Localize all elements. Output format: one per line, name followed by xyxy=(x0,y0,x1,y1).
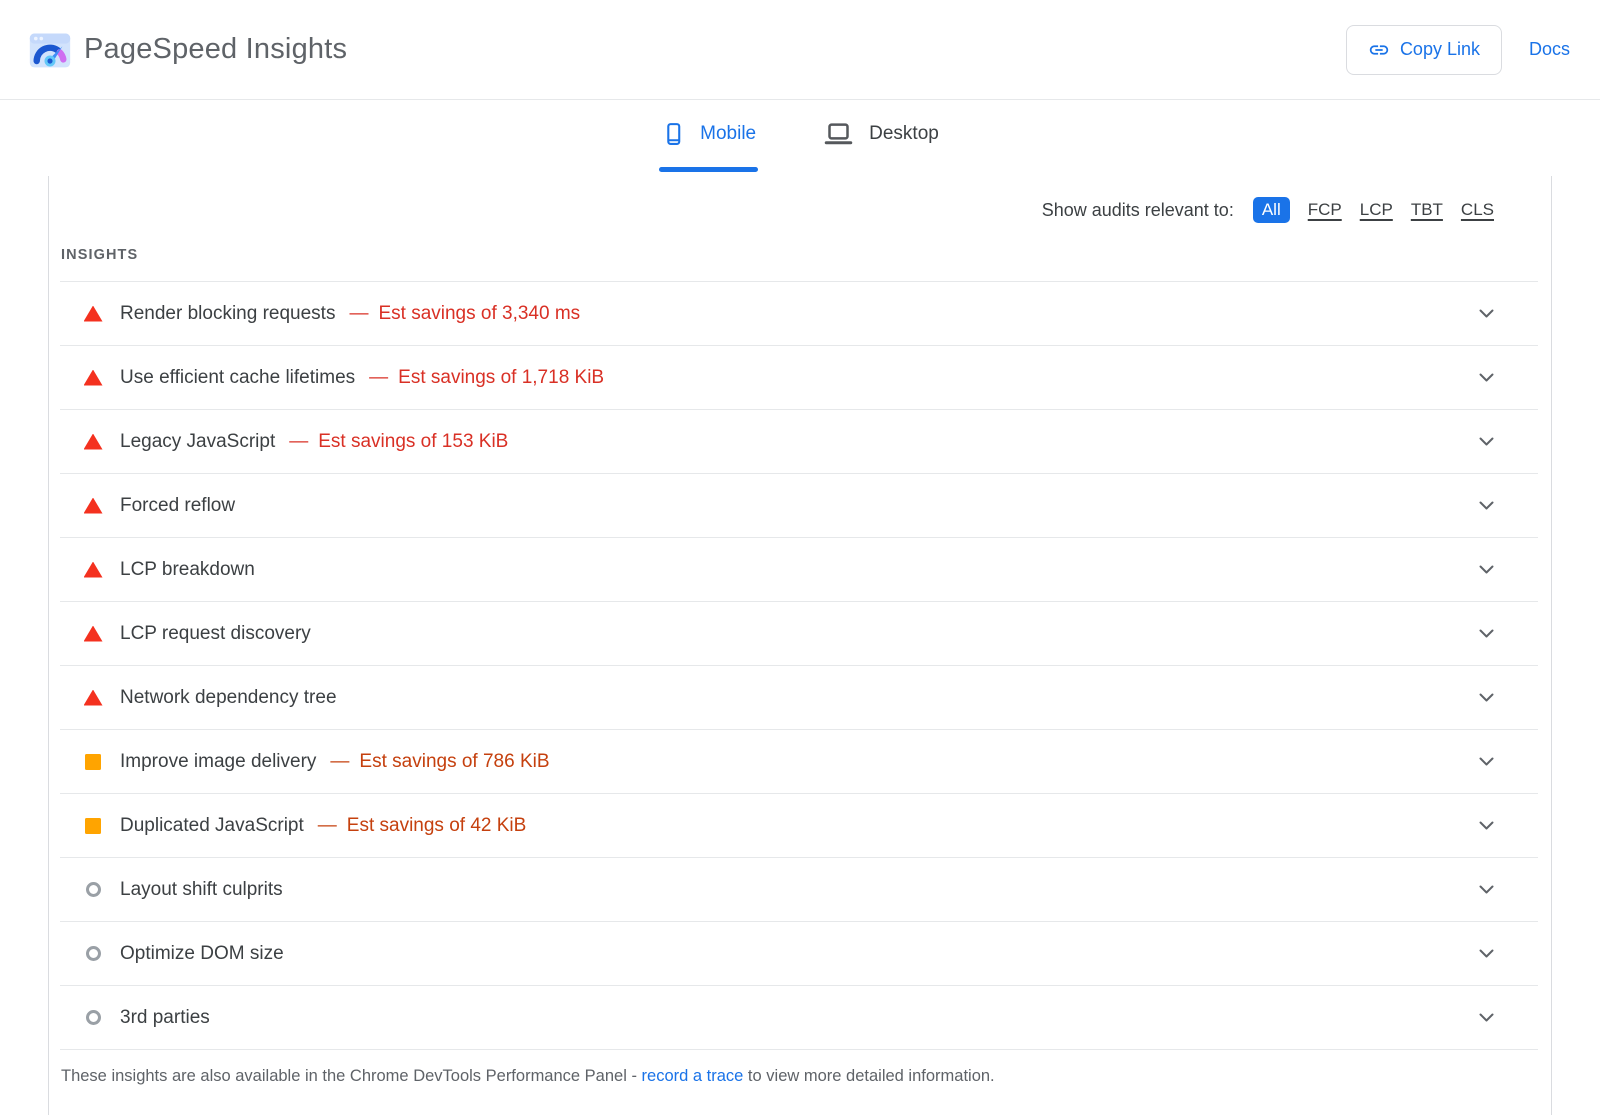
insight-title: LCP request discovery xyxy=(120,623,311,645)
savings-text: Est savings of 786 KiB xyxy=(359,751,549,773)
filter-chip-tbt[interactable]: TBT xyxy=(1411,200,1443,220)
devtools-note-text: These insights are also available in the… xyxy=(61,1067,642,1085)
warning-square-icon xyxy=(83,818,103,834)
chevron-down-icon[interactable] xyxy=(1479,885,1494,894)
insight-savings: — Est savings of 3,340 ms xyxy=(349,303,580,325)
link-icon xyxy=(1368,39,1390,61)
savings-text: Est savings of 153 KiB xyxy=(318,431,508,453)
chevron-down-icon[interactable] xyxy=(1479,501,1494,510)
insight-title: Forced reflow xyxy=(120,495,235,517)
insight-title: Duplicated JavaScript xyxy=(120,815,304,837)
copy-link-label: Copy Link xyxy=(1400,39,1480,60)
insight-title: Legacy JavaScript xyxy=(120,431,275,453)
devtools-note: These insights are also available in the… xyxy=(60,1050,1538,1086)
warning-triangle-icon xyxy=(83,370,103,386)
filter-chip-fcp[interactable]: FCP xyxy=(1308,200,1342,220)
audit-filter-row: Show audits relevant to: All FCP LCP TBT CLS xyxy=(60,176,1538,223)
record-trace-link[interactable]: record a trace xyxy=(642,1067,744,1085)
insight-title: Improve image delivery xyxy=(120,751,316,773)
docs-link[interactable]: Docs xyxy=(1529,39,1570,60)
chevron-down-icon[interactable] xyxy=(1479,437,1494,446)
laptop-icon xyxy=(822,119,855,149)
warning-triangle-icon xyxy=(83,306,103,322)
info-circle-icon xyxy=(83,946,103,961)
filter-chip-all[interactable]: All xyxy=(1253,197,1290,223)
warning-square-icon xyxy=(83,754,103,770)
warning-triangle-icon xyxy=(83,626,103,642)
warning-triangle-icon xyxy=(83,434,103,450)
savings-dash: — xyxy=(289,431,308,453)
insight-title: Layout shift culprits xyxy=(120,879,283,901)
chevron-down-icon[interactable] xyxy=(1479,309,1494,318)
copy-link-button[interactable]: Copy Link xyxy=(1346,25,1502,75)
insight-title: LCP breakdown xyxy=(120,559,255,581)
report-card: Show audits relevant to: All FCP LCP TBT CLS… xyxy=(48,176,1552,1115)
insight-title: 3rd parties xyxy=(120,1007,210,1029)
insight-row[interactable]: Use efficient cache lifetimes — Est savi… xyxy=(60,345,1538,409)
warning-triangle-icon xyxy=(83,690,103,706)
insight-row[interactable]: Improve image delivery — Est savings of … xyxy=(60,729,1538,793)
pagespeed-logo-icon xyxy=(28,28,72,72)
insight-title: Use efficient cache lifetimes xyxy=(120,367,355,389)
filter-chips: All FCP LCP TBT CLS xyxy=(1253,197,1494,223)
insight-row[interactable]: LCP request discovery xyxy=(60,601,1538,665)
insight-row[interactable]: Network dependency tree xyxy=(60,665,1538,729)
insight-title: Network dependency tree xyxy=(120,687,337,709)
insight-row[interactable]: Layout shift culprits xyxy=(60,857,1538,921)
tab-desktop[interactable]: Desktop xyxy=(820,100,941,176)
tab-desktop-label: Desktop xyxy=(869,123,939,145)
chevron-down-icon[interactable] xyxy=(1479,373,1494,382)
insight-savings: — Est savings of 42 KiB xyxy=(318,815,527,837)
app-header: PageSpeed Insights Copy Link Docs xyxy=(0,0,1600,100)
chevron-down-icon[interactable] xyxy=(1479,821,1494,830)
insight-title: Optimize DOM size xyxy=(120,943,284,965)
filter-chip-lcp[interactable]: LCP xyxy=(1360,200,1393,220)
insight-savings: — Est savings of 1,718 KiB xyxy=(369,367,604,389)
devtools-note-text-after: to view more detailed information. xyxy=(743,1067,994,1085)
info-circle-icon xyxy=(83,1010,103,1025)
savings-dash: — xyxy=(349,303,368,325)
warning-triangle-icon xyxy=(83,498,103,514)
savings-text: Est savings of 1,718 KiB xyxy=(398,367,604,389)
filter-chip-cls[interactable]: CLS xyxy=(1461,200,1494,220)
insight-savings: — Est savings of 786 KiB xyxy=(330,751,549,773)
tab-mobile-label: Mobile xyxy=(700,123,756,145)
insight-row[interactable]: Optimize DOM size xyxy=(60,921,1538,985)
insight-title: Render blocking requests xyxy=(120,303,335,325)
insights-section-label: INSIGHTS xyxy=(61,247,1538,263)
tab-mobile[interactable]: Mobile xyxy=(659,100,758,176)
active-tab-indicator xyxy=(659,167,758,172)
savings-dash: — xyxy=(330,751,349,773)
filter-label: Show audits relevant to: xyxy=(1042,200,1234,221)
chevron-down-icon[interactable] xyxy=(1479,949,1494,958)
insight-row[interactable]: 3rd parties xyxy=(60,985,1538,1049)
chevron-down-icon[interactable] xyxy=(1479,693,1494,702)
savings-text: Est savings of 42 KiB xyxy=(347,815,527,837)
chevron-down-icon[interactable] xyxy=(1479,629,1494,638)
chevron-down-icon[interactable] xyxy=(1479,565,1494,574)
insight-row[interactable]: LCP breakdown xyxy=(60,537,1538,601)
smartphone-icon xyxy=(661,119,686,149)
insight-row[interactable]: Duplicated JavaScript — Est savings of 4… xyxy=(60,793,1538,857)
warning-triangle-icon xyxy=(83,562,103,578)
insight-row[interactable]: Forced reflow xyxy=(60,473,1538,537)
savings-dash: — xyxy=(318,815,337,837)
savings-text: Est savings of 3,340 ms xyxy=(378,303,580,325)
insights-list: Render blocking requests — Est savings o… xyxy=(60,281,1538,1050)
savings-dash: — xyxy=(369,367,388,389)
chevron-down-icon[interactable] xyxy=(1479,757,1494,766)
insight-savings: — Est savings of 153 KiB xyxy=(289,431,508,453)
device-tabs: Mobile Desktop xyxy=(0,100,1600,176)
chevron-down-icon[interactable] xyxy=(1479,1013,1494,1022)
insight-row[interactable]: Legacy JavaScript — Est savings of 153 K… xyxy=(60,409,1538,473)
info-circle-icon xyxy=(83,882,103,897)
page-title: PageSpeed Insights xyxy=(84,33,347,66)
insight-row[interactable]: Render blocking requests — Est savings o… xyxy=(60,281,1538,345)
